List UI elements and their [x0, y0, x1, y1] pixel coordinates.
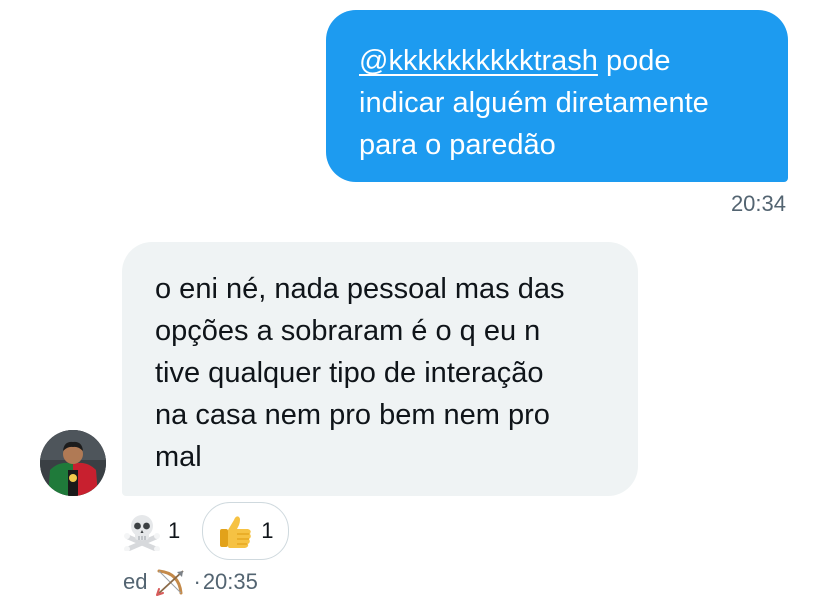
incoming-message-bubble[interactable]: o eni né, nada pessoal mas das opções a … [122, 242, 638, 496]
reaction-count: 1 [261, 518, 274, 543]
skull-crossbones-icon [124, 515, 160, 551]
bow-and-arrow-icon [156, 569, 185, 596]
avatar-image [40, 430, 106, 496]
reaction-count: 1 [168, 518, 181, 543]
outgoing-message-line-2: indicar alguém diretamente [359, 87, 709, 119]
mention-link[interactable]: @kkkkkkkkkktrash [359, 45, 598, 77]
outgoing-message-line-3: para o paredão [359, 129, 556, 161]
incoming-message-line: na casa nem pro bem nem pro [155, 399, 550, 431]
outgoing-message-text-1: pode [597, 45, 671, 77]
outgoing-message-timestamp: 20:34 [730, 191, 786, 216]
outgoing-message-line-1: @kkkkkkkkkktrash pode [359, 40, 762, 82]
outgoing-message-bubble[interactable]: @kkkkkkkkkktrash pode indicar alguém dir… [326, 10, 788, 182]
thumbs-up-icon [220, 516, 252, 548]
incoming-message-timestamp: 20:35 [202, 569, 258, 594]
message-meta: ed · 20:35 [123, 567, 258, 597]
incoming-message-line: tive qualquer tipo de interação [155, 357, 544, 389]
avatar[interactable] [40, 430, 106, 496]
reactions-bar: 1 1 [118, 502, 289, 560]
meta-separator: · [193, 569, 201, 594]
reaction-skull[interactable]: 1 [118, 503, 184, 559]
reaction-thumbs-up[interactable]: 1 [202, 502, 289, 560]
incoming-message-line: opções a sobraram é o q eu n [155, 315, 541, 347]
incoming-message-line: mal [155, 441, 202, 473]
incoming-message-line: o eni né, nada pessoal mas das [155, 273, 565, 305]
sender-name[interactable]: ed [123, 569, 147, 595]
